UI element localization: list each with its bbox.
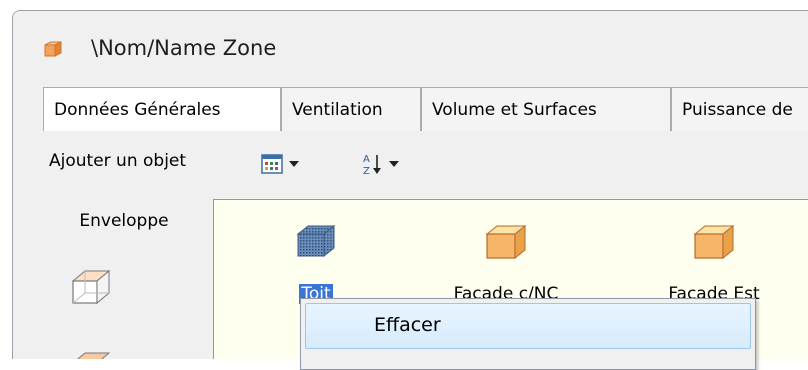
tab-label: Données Générales <box>54 100 221 120</box>
side-panel-header[interactable]: Enveloppe <box>43 199 219 243</box>
toolbar: Ajouter un objet A Z <box>43 143 808 187</box>
envelope-block-icon[interactable] <box>69 267 113 307</box>
sort-button[interactable]: A Z <box>361 149 399 179</box>
tab-puissance[interactable]: Puissance de <box>671 87 808 131</box>
grid-view-icon <box>261 154 283 174</box>
side-panel: Enveloppe <box>43 199 219 359</box>
context-menu: Effacer <box>300 298 756 370</box>
object-item[interactable]: Facade Est <box>654 222 774 304</box>
add-object-label: Ajouter un objet <box>49 151 187 171</box>
tab-label: Volume et Surfaces <box>432 100 597 120</box>
wall-block-icon <box>693 224 735 260</box>
chevron-down-icon <box>289 161 299 167</box>
roof-block-icon <box>296 224 336 258</box>
tab-label: Puissance de <box>682 100 793 120</box>
menu-item-label: Effacer <box>374 314 441 336</box>
svg-text:Z: Z <box>363 166 370 176</box>
view-mode-button[interactable] <box>261 149 299 179</box>
title-bar: \Nom/Name Zone <box>13 11 808 71</box>
chevron-down-icon <box>389 161 399 167</box>
tab-donnees-generales[interactable]: Données Générales <box>43 87 281 131</box>
tab-ventilation[interactable]: Ventilation <box>281 87 421 131</box>
svg-text:A: A <box>363 154 370 165</box>
window-title: \Nom/Name Zone <box>91 36 277 60</box>
sort-az-icon: A Z <box>363 154 381 176</box>
wall-block-icon <box>485 224 527 260</box>
menu-item-effacer[interactable]: Effacer <box>305 303 751 349</box>
object-item[interactable]: Toit <box>276 222 356 304</box>
app-icon <box>44 41 62 57</box>
object-item[interactable]: Facade c/NC <box>446 222 566 304</box>
side-panel-title: Enveloppe <box>79 211 169 231</box>
tab-bar: Données Générales Ventilation Volume et … <box>43 87 808 131</box>
tab-label: Ventilation <box>292 100 383 120</box>
tab-volume-surfaces[interactable]: Volume et Surfaces <box>421 87 671 131</box>
